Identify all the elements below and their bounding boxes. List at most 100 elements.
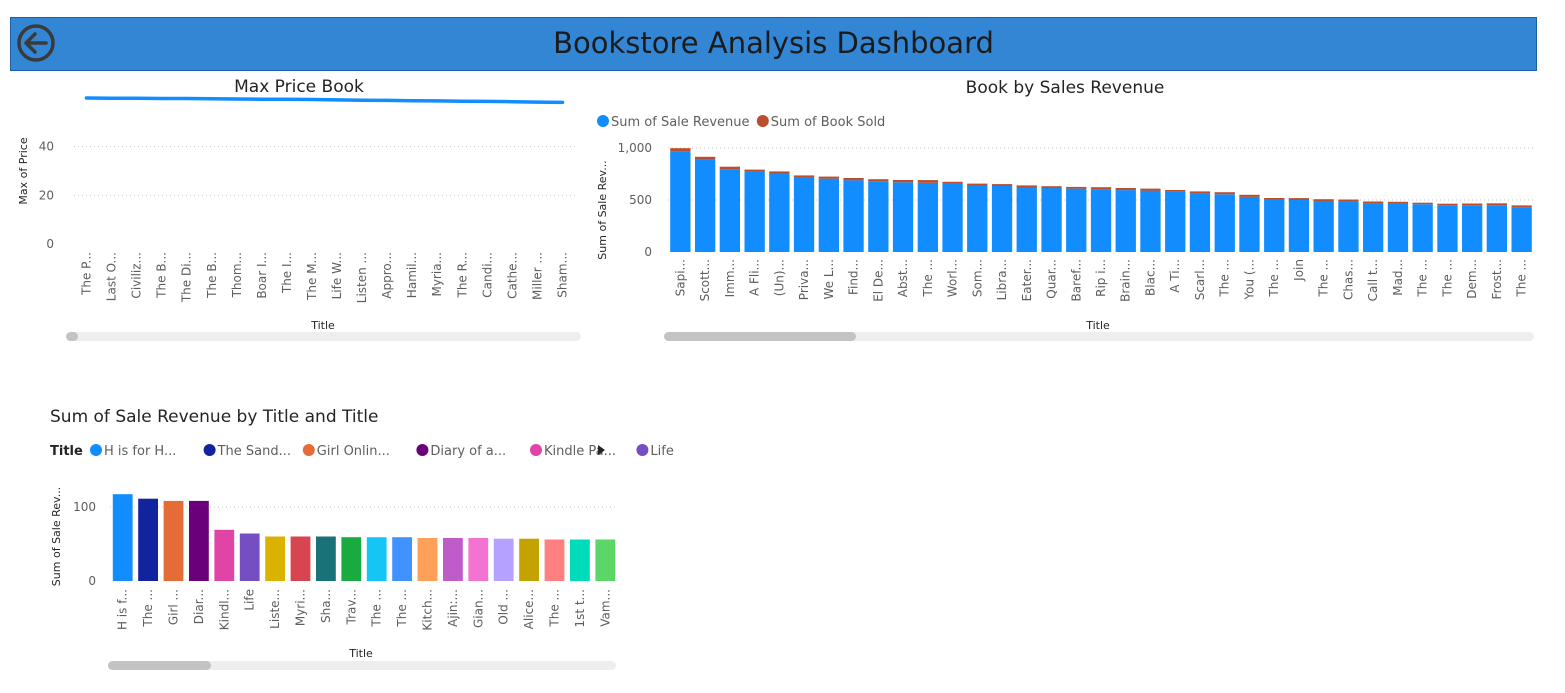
- bar-segment[interactable]: [818, 176, 839, 179]
- legend-item[interactable]: Sum of Sale Revenue: [597, 115, 750, 130]
- revenue-by-title-chart[interactable]: Sum of Sale Revenue by Title and Title Ti…: [40, 400, 674, 685]
- bar-segment[interactable]: [670, 151, 691, 252]
- bar-segment[interactable]: [1412, 204, 1433, 252]
- bar[interactable]: [112, 494, 133, 581]
- bar-segment[interactable]: [991, 186, 1013, 252]
- bar-segment[interactable]: [695, 156, 716, 160]
- bar-segment[interactable]: [991, 184, 1013, 186]
- bar-segment[interactable]: [917, 182, 938, 252]
- bar[interactable]: [595, 539, 616, 582]
- bar-segment[interactable]: [1437, 203, 1458, 206]
- bar-segment[interactable]: [1140, 188, 1161, 191]
- bar-segment[interactable]: [1486, 203, 1507, 206]
- bar[interactable]: [316, 536, 336, 582]
- bar-segment[interactable]: [1288, 198, 1310, 200]
- bar-segment[interactable]: [744, 169, 765, 172]
- data-point[interactable]: [160, 96, 164, 100]
- bar-segment[interactable]: [744, 171, 765, 252]
- data-point[interactable]: [260, 97, 264, 101]
- data-point[interactable]: [210, 97, 214, 101]
- bar-segment[interactable]: [1041, 188, 1062, 252]
- bar-segment[interactable]: [942, 181, 963, 184]
- data-point[interactable]: [560, 100, 564, 104]
- bar-segment[interactable]: [719, 169, 740, 252]
- data-point[interactable]: [335, 98, 339, 102]
- legend-item[interactable]: Girl Onlin...: [302, 444, 390, 459]
- bar[interactable]: [341, 537, 362, 581]
- bar-segment[interactable]: [1363, 203, 1384, 252]
- bar[interactable]: [214, 529, 235, 581]
- data-point[interactable]: [410, 99, 414, 103]
- legend-item[interactable]: Diary of a...: [416, 444, 506, 459]
- bar-segment[interactable]: [1462, 203, 1483, 206]
- scrollbar-thumb[interactable]: [108, 661, 211, 670]
- bar[interactable]: [544, 539, 565, 582]
- bar-segment[interactable]: [1189, 191, 1211, 194]
- data-point[interactable]: [110, 96, 114, 100]
- bar-segment[interactable]: [818, 178, 839, 252]
- bar-segment[interactable]: [1016, 187, 1037, 253]
- bar-segment[interactable]: [1437, 205, 1458, 252]
- bar-segment[interactable]: [793, 177, 815, 252]
- max-price-chart[interactable]: Max Price Book 0 20 40 Max of Price The P... L…: [10, 74, 588, 349]
- bar-segment[interactable]: [1338, 201, 1359, 252]
- scrollbar-thumb[interactable]: [664, 332, 856, 341]
- data-point[interactable]: [360, 98, 364, 102]
- bar-segment[interactable]: [868, 179, 889, 182]
- bar-segment[interactable]: [1511, 205, 1532, 208]
- bar-segment[interactable]: [1363, 201, 1384, 204]
- bar-segment[interactable]: [769, 173, 790, 253]
- bar[interactable]: [468, 538, 489, 581]
- bar-segment[interactable]: [1115, 190, 1136, 252]
- bar[interactable]: [443, 538, 463, 581]
- bar-segment[interactable]: [719, 166, 740, 170]
- data-point[interactable]: [510, 100, 514, 104]
- bar[interactable]: [265, 536, 285, 582]
- bar[interactable]: [519, 538, 539, 581]
- bar-segment[interactable]: [1115, 188, 1136, 191]
- bar-segment[interactable]: [1313, 201, 1334, 252]
- bar-segment[interactable]: [1016, 185, 1037, 188]
- bar[interactable]: [239, 533, 260, 582]
- bar[interactable]: [392, 537, 412, 581]
- bar-segment[interactable]: [1387, 201, 1409, 204]
- bar-segment[interactable]: [1140, 190, 1161, 252]
- sales-revenue-chart[interactable]: Book by Sales Revenue Sum of Sale Revenue…: [590, 74, 1540, 349]
- bar-segment[interactable]: [1214, 194, 1235, 252]
- legend-item[interactable]: The Sand...: [203, 444, 291, 459]
- bar-segment[interactable]: [1313, 199, 1334, 202]
- bar-segment[interactable]: [1264, 198, 1285, 200]
- data-point[interactable]: [85, 96, 89, 100]
- bar-segment[interactable]: [843, 178, 864, 181]
- bar-segment[interactable]: [868, 181, 889, 252]
- bar-segment[interactable]: [1189, 193, 1211, 252]
- bar-segment[interactable]: [1090, 187, 1112, 190]
- bar-segment[interactable]: [1462, 205, 1483, 252]
- bar-segment[interactable]: [967, 183, 988, 186]
- data-point[interactable]: [285, 97, 289, 101]
- legend-item[interactable]: Sum of Book Sold: [756, 115, 886, 130]
- data-point[interactable]: [135, 96, 139, 100]
- bar[interactable]: [189, 500, 209, 581]
- bar-segment[interactable]: [1066, 188, 1087, 252]
- legend-item[interactable]: H is for H...: [90, 444, 176, 459]
- bar-segment[interactable]: [967, 185, 988, 252]
- bar-segment[interactable]: [769, 171, 790, 174]
- legend-item[interactable]: Kindle Pa...: [530, 444, 616, 459]
- bar-segment[interactable]: [942, 183, 963, 252]
- bar-segment[interactable]: [1165, 190, 1186, 192]
- bar-segment[interactable]: [1239, 196, 1260, 252]
- data-point[interactable]: [235, 97, 239, 101]
- data-point[interactable]: [460, 99, 464, 103]
- bar[interactable]: [493, 538, 514, 581]
- bar-segment[interactable]: [670, 148, 691, 152]
- data-point[interactable]: [185, 96, 189, 100]
- bar-segment[interactable]: [695, 160, 716, 252]
- bar[interactable]: [163, 500, 184, 581]
- bar-segment[interactable]: [1338, 199, 1359, 202]
- bar[interactable]: [570, 539, 590, 582]
- bar-segment[interactable]: [1387, 203, 1409, 252]
- data-point[interactable]: [385, 98, 389, 102]
- data-point[interactable]: [485, 99, 489, 103]
- bar-segment[interactable]: [1165, 191, 1186, 252]
